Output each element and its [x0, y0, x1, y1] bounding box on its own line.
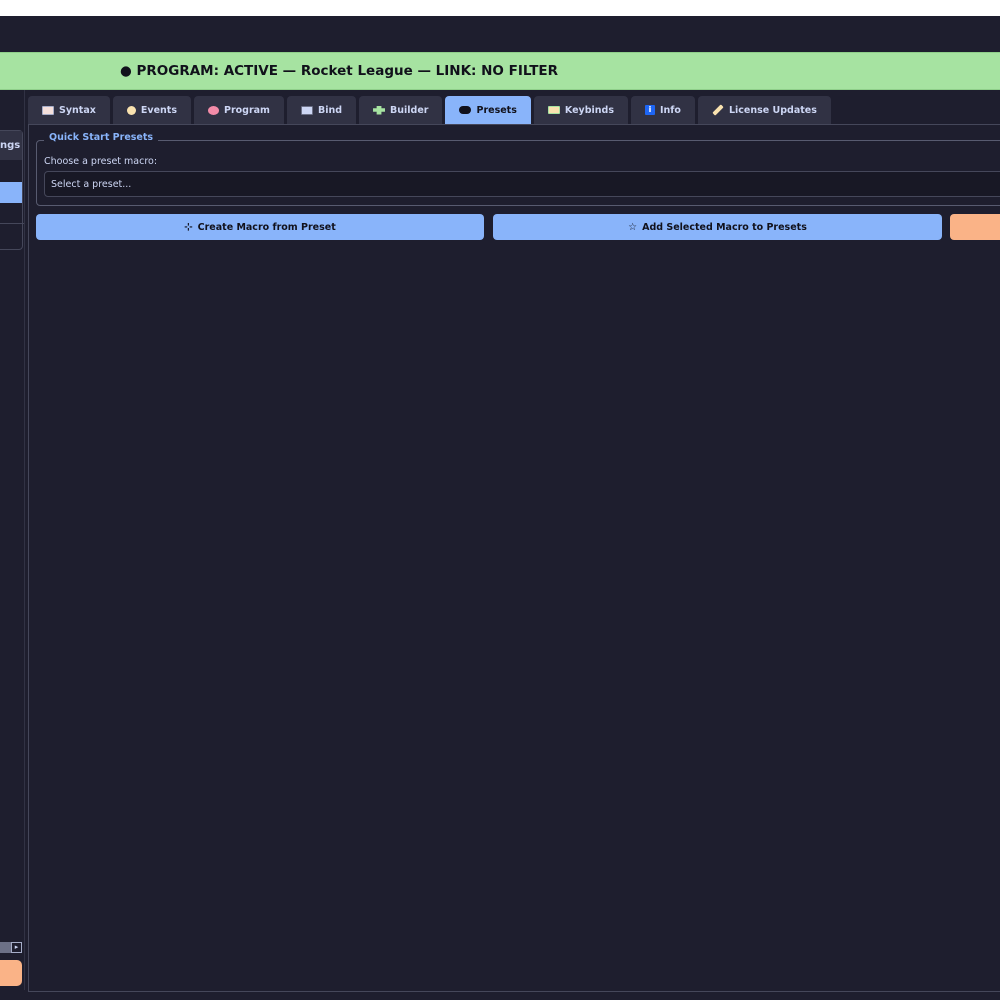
main-area: Syntax Events Program Bind Builder Prese… [28, 96, 1000, 996]
sidebar: ngs ▸ [0, 90, 26, 1000]
tab-label: Keybinds [564, 104, 614, 116]
tab-events[interactable]: Events [112, 96, 191, 124]
keyboard-icon [300, 105, 313, 115]
tab-label: Syntax [59, 104, 96, 116]
list-icon [547, 106, 560, 114]
orange-action-button[interactable] [950, 214, 1000, 240]
tab-label: Events [140, 104, 177, 116]
status-text: ● PROGRAM: ACTIVE — Rocket League — LINK… [120, 63, 559, 79]
tab-label: Presets [476, 104, 517, 116]
tab-label: Bind [317, 104, 343, 116]
create-icon: ⊹ [184, 221, 193, 233]
create-macro-button[interactable]: ⊹ Create Macro from Preset [36, 214, 484, 240]
tab-label: Info [659, 104, 681, 116]
top-edge [0, 0, 1000, 16]
tab-bind[interactable]: Bind [286, 96, 357, 124]
add-to-presets-label: Add Selected Macro to Presets [642, 221, 807, 233]
sidebar-selected-item[interactable] [0, 182, 22, 203]
stopwatch-icon [126, 105, 136, 115]
tab-label: Builder [390, 104, 429, 116]
puzzle-icon [373, 105, 386, 115]
sidebar-border [24, 90, 25, 990]
tab-keybinds[interactable]: Keybinds [533, 96, 628, 124]
preset-select[interactable]: Select a preset... [44, 171, 1000, 197]
group-title: Quick Start Presets [44, 132, 159, 143]
tab-content-panel [28, 124, 1000, 992]
sidebar-action-button[interactable] [0, 960, 22, 986]
status-bar: ● PROGRAM: ACTIVE — Rocket League — LINK… [0, 52, 1000, 90]
app-window: ● PROGRAM: ACTIVE — Rocket League — LINK… [0, 0, 1000, 1000]
tab-bar: Syntax Events Program Bind Builder Prese… [28, 96, 834, 124]
wrench-icon [712, 104, 724, 116]
tab-license-updates[interactable]: License Updates [697, 96, 831, 124]
star-icon: ☆ [628, 221, 638, 233]
tab-syntax[interactable]: Syntax [28, 96, 110, 124]
tab-builder[interactable]: Builder [359, 96, 443, 124]
tab-program[interactable]: Program [193, 96, 284, 124]
tab-label: License Updates [728, 104, 817, 116]
tab-label: Program [223, 104, 270, 116]
tab-presets[interactable]: Presets [445, 96, 531, 124]
scroll-right-arrow-icon[interactable]: ▸ [11, 942, 22, 953]
choose-preset-label: Choose a preset macro: [44, 156, 158, 167]
gamepad-icon [459, 106, 472, 114]
sidebar-divider [0, 223, 24, 224]
memo-icon [42, 105, 54, 115]
add-to-presets-button[interactable]: ☆ Add Selected Macro to Presets [493, 214, 942, 240]
tab-info[interactable]: i Info [630, 96, 695, 124]
info-icon: i [644, 105, 655, 115]
brain-icon [207, 105, 219, 115]
sidebar-tab-settings[interactable]: ngs [0, 131, 22, 160]
preset-select-value: Select a preset... [51, 179, 132, 190]
title-strip [0, 16, 1000, 52]
create-macro-label: Create Macro from Preset [197, 221, 336, 233]
